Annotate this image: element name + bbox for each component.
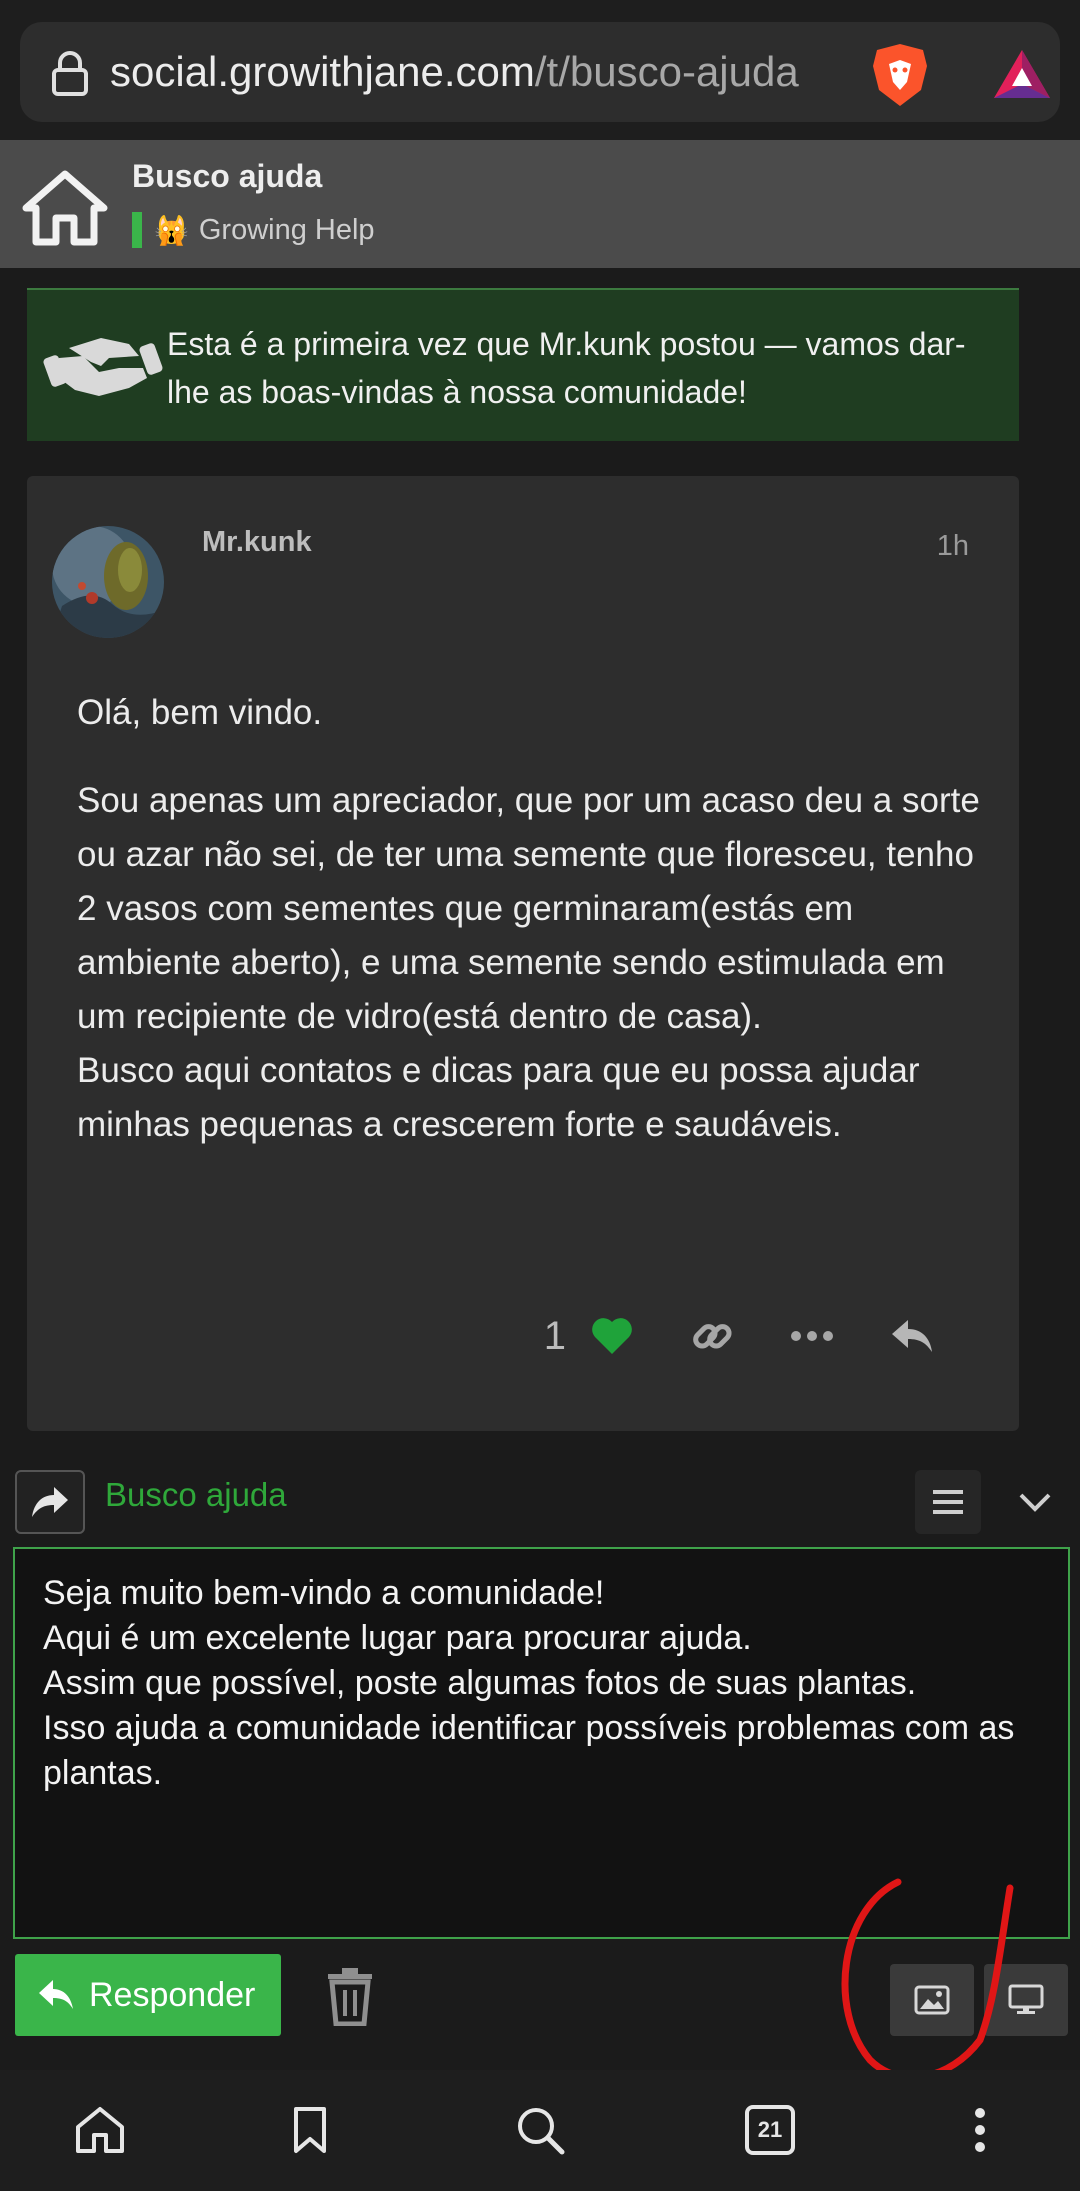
composer-toolbar-toggle[interactable] — [915, 1470, 981, 1534]
reply-type-button[interactable] — [15, 1470, 85, 1534]
like-button[interactable] — [580, 1304, 644, 1368]
heart-icon — [592, 1318, 632, 1354]
bookmark-icon — [294, 2107, 326, 2153]
notice-text: Esta é a primeira vez que Mr.kunk postou… — [167, 326, 966, 410]
image-icon — [914, 1985, 950, 2015]
address-bar[interactable]: social.growithjane.com/t/busco-ajuda — [20, 22, 1060, 122]
toggle-preview-button[interactable] — [984, 1964, 1068, 2036]
link-icon — [693, 1324, 732, 1349]
nav-bookmarks-button[interactable] — [280, 2100, 340, 2160]
chevron-down-icon — [1019, 1493, 1051, 1512]
browser-toolbar: social.growithjane.com/t/busco-ajuda — [0, 0, 1080, 140]
post-card: Mr.kunk 1h Olá, bem vindo. Sou apenas um… — [27, 476, 1019, 1431]
topic-header: Busco ajuda 🙀 Growing Help — [0, 140, 1080, 268]
brave-shields-icon[interactable] — [865, 40, 935, 110]
more-icon — [791, 1331, 833, 1341]
nav-tabs-button[interactable]: 21 — [740, 2100, 800, 2160]
handshake-icon — [43, 338, 163, 396]
post-paragraph: Olá, bem vindo. — [77, 693, 323, 732]
fox-emoji-icon: 🙀 — [154, 214, 189, 246]
lock-icon — [52, 51, 88, 96]
upload-image-button[interactable] — [890, 1964, 974, 2036]
url-domain: social.growithjane.com — [110, 48, 535, 95]
composer-collapse-button[interactable] — [1002, 1470, 1068, 1534]
reply-to-topic[interactable]: Busco ajuda — [105, 1476, 287, 1514]
more-actions-button[interactable] — [780, 1304, 844, 1368]
category-color-bar — [132, 212, 142, 248]
home-icon[interactable] — [22, 168, 108, 246]
url-path: /t/busco-ajuda — [534, 48, 799, 95]
post-actions: 1 — [544, 1304, 944, 1368]
nav-home-button[interactable] — [70, 2100, 130, 2160]
desktop-icon — [1008, 1984, 1044, 2014]
url-text[interactable]: social.growithjane.com/t/busco-ajuda — [110, 44, 850, 100]
post-paragraph: Sou apenas um apreciador, que por um aca… — [77, 781, 980, 1144]
avatar-image — [52, 526, 164, 638]
post-time[interactable]: 1h — [937, 530, 969, 563]
tab-count: 21 — [757, 2117, 783, 2142]
more-vert-icon — [975, 2108, 985, 2152]
nav-menu-button[interactable] — [950, 2100, 1010, 2160]
reply-icon — [892, 1320, 932, 1352]
like-count[interactable]: 1 — [544, 1314, 566, 1359]
category-name: Growing Help — [198, 213, 375, 246]
search-icon — [518, 2108, 565, 2155]
post-reply-button[interactable] — [880, 1304, 944, 1368]
tabs-icon: 21 — [745, 2105, 795, 2155]
post-body: Olá, bem vindo. Sou apenas um apreciador… — [77, 686, 987, 1186]
reply-editor[interactable]: Seja muito bem-vindo a comunidade! Aqui … — [13, 1547, 1070, 1939]
share-arrow-icon — [32, 1487, 68, 1517]
trash-icon[interactable] — [322, 1966, 378, 2026]
composer-header: Busco ajuda — [0, 1452, 1080, 1548]
browser-bottom-nav: 21 — [0, 2070, 1080, 2191]
home-icon — [76, 2107, 124, 2153]
user-avatar[interactable] — [52, 526, 164, 638]
composer-footer: Responder — [0, 1940, 1080, 2070]
reply-icon — [39, 1980, 73, 2009]
submit-reply-button[interactable]: Responder — [15, 1954, 281, 2036]
share-link-button[interactable] — [680, 1304, 744, 1368]
brave-rewards-icon[interactable] — [990, 44, 1054, 104]
first-post-notice: Esta é a primeira vez que Mr.kunk postou… — [27, 288, 1019, 441]
nav-search-button[interactable] — [510, 2100, 570, 2160]
category-badge[interactable]: 🙀 Growing Help — [132, 212, 375, 248]
post-username[interactable]: Mr.kunk — [202, 526, 312, 559]
menu-icon — [933, 1490, 963, 1514]
topic-title[interactable]: Busco ajuda — [132, 158, 322, 195]
submit-label: Responder — [89, 1975, 256, 2014]
